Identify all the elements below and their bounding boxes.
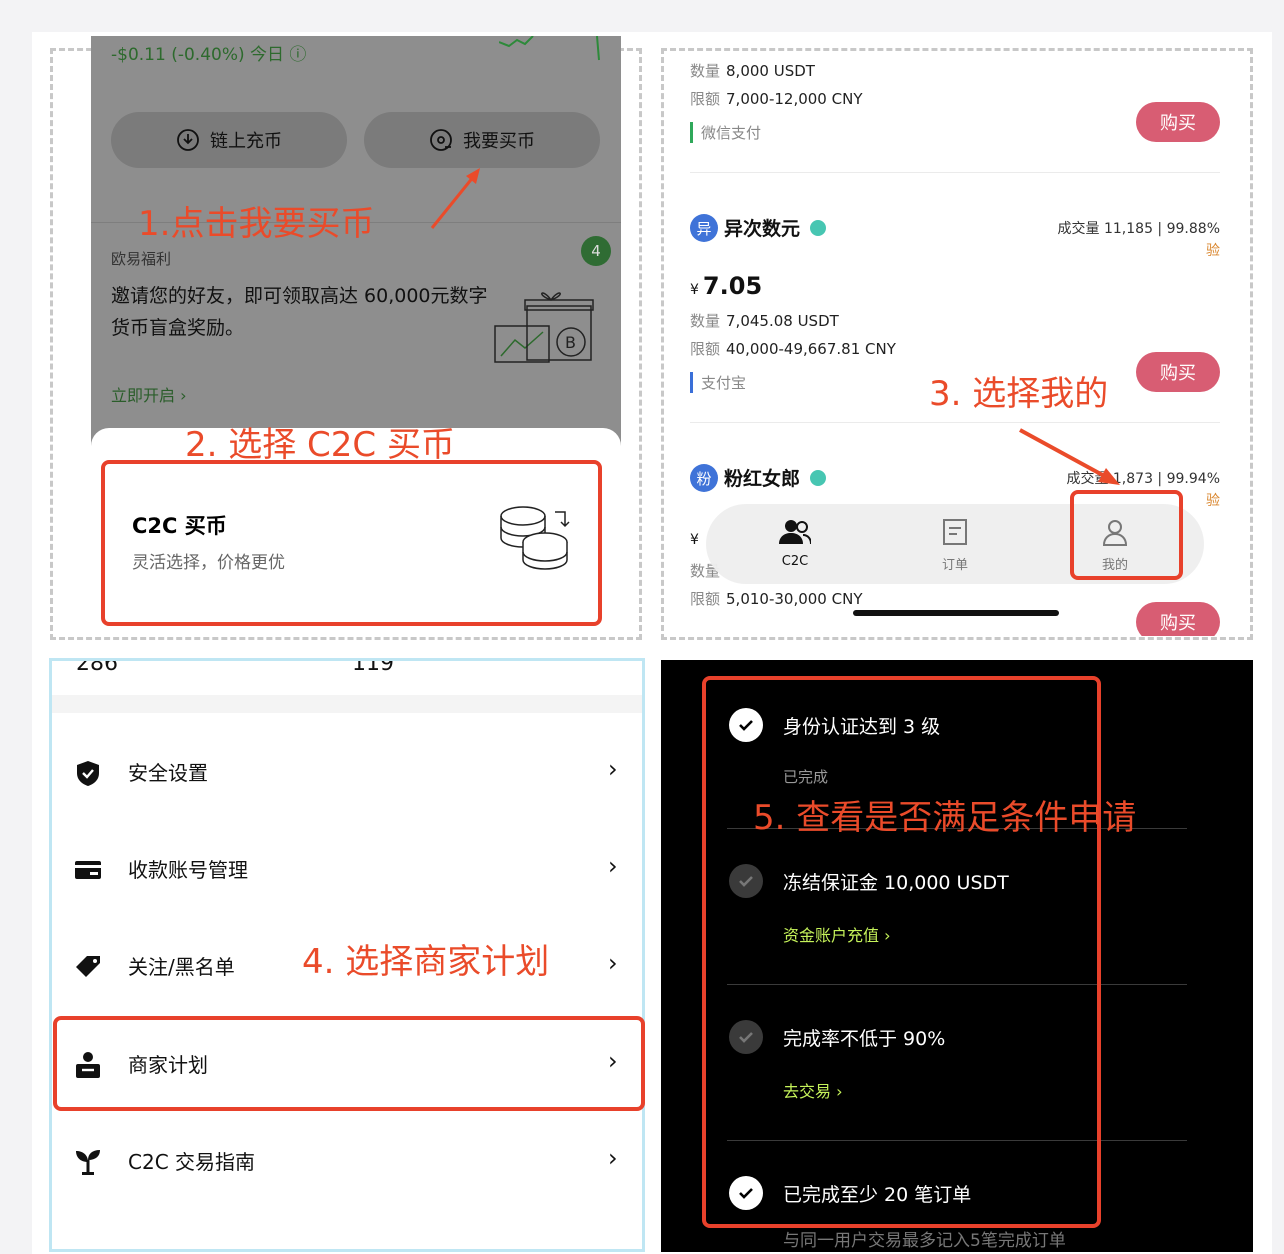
users-icon	[779, 520, 812, 545]
tag-icon	[76, 956, 100, 977]
menu-item-security[interactable]: 安全设置 ›	[52, 737, 642, 807]
offer-limit: 限额 40,000-49,667.81 CNY	[690, 340, 896, 358]
buy-button[interactable]: 购买	[1136, 352, 1220, 392]
chevron-right-icon: ›	[608, 852, 618, 880]
merchant-name[interactable]: 粉红女郎	[724, 464, 800, 491]
verified-tag: 验	[1206, 243, 1220, 259]
annotation-step4: 4. 选择商家计划	[302, 942, 550, 982]
annotation-step3: 3. 选择我的	[929, 374, 1109, 414]
verified-icon	[810, 470, 826, 486]
requirement-note: 与同一用户交易最多记入5笔完成订单	[783, 1231, 1066, 1251]
buy-crypto-button[interactable]: 我要买币	[364, 112, 600, 168]
chevron-right-icon: ›	[608, 949, 618, 977]
menu-label: C2C 交易指南	[128, 1150, 256, 1174]
offer-limit: 限额 7,000-12,000 CNY	[690, 90, 863, 108]
deposit-label: 链上充币	[210, 131, 282, 152]
verified-tag: 验	[1206, 493, 1220, 509]
gift-box-icon: B	[494, 292, 594, 363]
home-indicator	[853, 610, 1059, 616]
payment-method: 支付宝	[690, 372, 746, 393]
merchant-avatar: 异	[690, 214, 718, 242]
menu-item-payment-accounts[interactable]: 收款账号管理 ›	[52, 834, 642, 904]
stat-value: 286	[76, 658, 118, 676]
section-gap	[52, 695, 642, 713]
highlight-merchant-program	[53, 1016, 645, 1111]
tab-orders[interactable]: 订单	[920, 518, 990, 573]
merchant-price: ¥	[690, 532, 699, 548]
stat-value: 119	[352, 658, 394, 676]
verified-icon	[810, 220, 826, 236]
merchant-avatar: 粉	[690, 464, 718, 492]
highlight-profile-tab	[1070, 490, 1183, 580]
section-label: 欧易福利	[111, 250, 172, 268]
count-badge: 4	[581, 236, 611, 266]
merchant-name[interactable]: 异次数元	[724, 214, 800, 241]
orders-icon	[943, 519, 967, 545]
merchant-stats: 成交量 11,185 | 99.88%	[1057, 221, 1220, 237]
invite-text: 邀请您的好友，即可领取高达 60,000元数字货币盲盒奖励。	[111, 285, 488, 339]
divider	[690, 172, 1220, 173]
buy-button[interactable]: 购买	[1136, 602, 1220, 636]
annotation-step5: 5. 查看是否满足条件申请	[753, 798, 1137, 838]
download-icon	[177, 129, 199, 151]
highlight-c2c-buy	[101, 460, 602, 626]
svg-text:B: B	[565, 333, 576, 352]
open-now-link[interactable]: 立即开启 ›	[111, 382, 187, 406]
merchant-stats: 成交量 1,873 | 99.94%	[1066, 471, 1220, 487]
offer-quantity: 数量 8,000 USDT	[690, 62, 815, 80]
merchant-price: ¥7.05	[690, 272, 763, 300]
sparkline-icon	[499, 36, 600, 61]
annotation-step2: 2. 选择 C2C 买币	[185, 425, 455, 465]
menu-label: 关注/黑名单	[128, 955, 235, 979]
offer-limit: 限额 5,010-30,000 CNY	[690, 590, 863, 608]
menu-label: 安全设置	[128, 761, 208, 785]
sprout-icon	[76, 1150, 100, 1175]
shield-icon	[77, 761, 99, 786]
menu-label: 收款账号管理	[128, 858, 248, 882]
price-change: -$0.11 (-0.40%) 今日 ⓘ	[111, 45, 307, 65]
chevron-right-icon: ›	[608, 1144, 618, 1172]
payment-method: 微信支付	[690, 122, 761, 143]
divider	[690, 422, 1220, 423]
card-icon	[75, 861, 101, 879]
offer-quantity: 数量 7,045.08 USDT	[690, 312, 839, 330]
tab-c2c[interactable]: C2C	[760, 518, 830, 569]
highlight-requirements	[702, 676, 1101, 1228]
buy-crypto-label: 我要买币	[463, 131, 535, 152]
buy-button[interactable]: 购买	[1136, 102, 1220, 142]
deposit-button[interactable]: 链上充币	[111, 112, 347, 168]
coin-search-icon	[430, 129, 452, 151]
menu-item-c2c-guide[interactable]: C2C 交易指南 ›	[52, 1126, 642, 1196]
annotation-step1: 1.点击我要买币	[138, 204, 375, 244]
chevron-right-icon: ›	[608, 755, 618, 783]
